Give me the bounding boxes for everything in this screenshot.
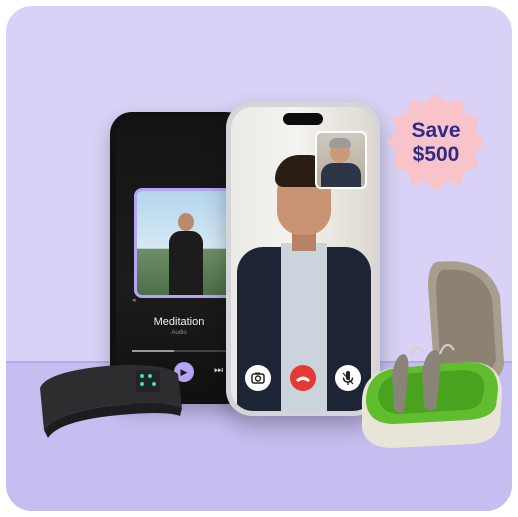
dynamic-island [283, 113, 323, 125]
back-arrow-icon[interactable]: ◂ [132, 296, 136, 304]
product-promo-card[interactable]: ◂ Meditation Audio ⏮ ▶ ⏭ [6, 6, 512, 511]
camera-icon[interactable] [245, 365, 271, 391]
end-call-icon[interactable] [290, 365, 316, 391]
sleep-headband [36, 358, 186, 444]
save-badge: Save $500 [386, 92, 486, 192]
track-progress-fill [132, 350, 175, 352]
skip-next-icon[interactable]: ⏭ [214, 365, 223, 376]
track-title: Meditation [153, 316, 205, 328]
hearing-aid-case [352, 256, 512, 456]
badge-line1: Save [411, 119, 461, 142]
badge-text: Save $500 [386, 119, 486, 167]
track-progress-bar[interactable] [132, 350, 226, 352]
music-phone-screen: ◂ Meditation Audio ⏮ ▶ ⏭ [116, 118, 242, 398]
self-view-thumbnail[interactable] [315, 131, 367, 189]
album-art-person [169, 213, 203, 295]
track-subtitle: Audio [171, 330, 187, 336]
album-art [134, 188, 238, 298]
badge-line2: $500 [412, 143, 460, 166]
